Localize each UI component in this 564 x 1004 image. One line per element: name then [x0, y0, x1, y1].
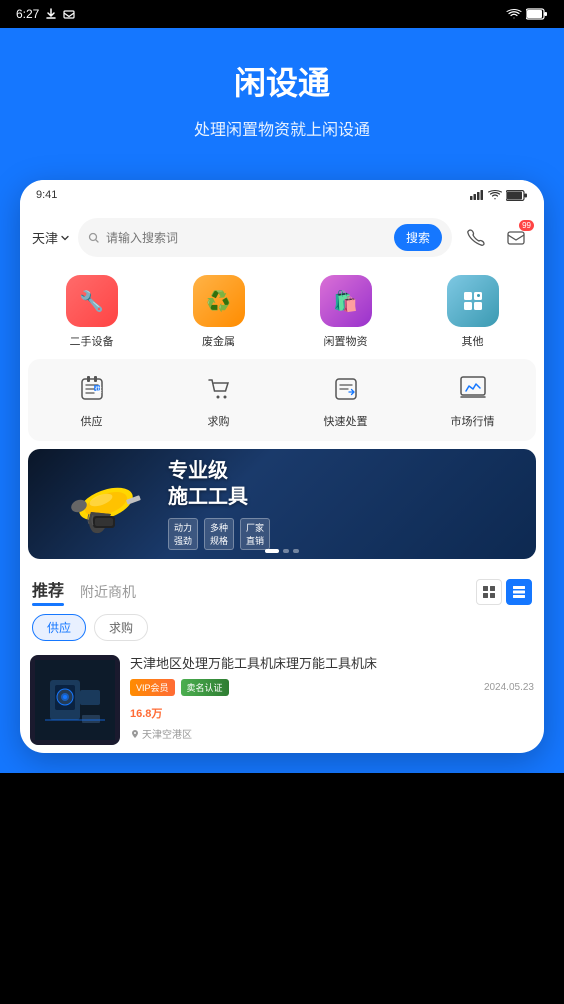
price-value: 16.8万 — [130, 708, 162, 720]
phone-time: 9:41 — [36, 189, 57, 201]
search-bar[interactable]: 搜索 — [78, 218, 452, 257]
notification-icon — [63, 8, 75, 20]
app-subtitle: 处理闲置物资就上闲设通 — [20, 116, 544, 140]
status-left: 6:27 — [16, 7, 75, 21]
banner-dots — [265, 549, 299, 553]
drill-svg — [51, 464, 141, 544]
tabs-row: 推荐 附近商机 — [32, 577, 532, 606]
phone-screen: 9:41 — [20, 180, 544, 753]
tabs-section: 推荐 附近商机 — [20, 567, 544, 647]
used-equipment-icon: 🔧 — [66, 275, 118, 327]
status-bar: 6:27 — [0, 0, 564, 28]
category-other[interactable]: 其他 — [409, 275, 536, 349]
phone-mockup: 9:41 — [0, 180, 564, 773]
filter-purchase[interactable]: 求购 — [94, 614, 148, 641]
scrap-metal-icon: ♻️ — [193, 275, 245, 327]
quick-dispose-icon — [328, 371, 364, 407]
status-right — [506, 8, 548, 20]
battery-icon — [526, 8, 548, 20]
location-text: 天津空港区 — [142, 726, 192, 741]
product-title: 天津地区处理万能工具机床理万能工具机床 — [130, 655, 534, 673]
banner-tool-image — [36, 454, 156, 554]
categories-section: 🔧 二手设备 ♻️ 废金属 🛍️ 闲置物资 — [20, 265, 544, 359]
category-label-3: 其他 — [462, 333, 484, 349]
action-label-1: 求购 — [208, 413, 230, 429]
location-button[interactable]: 天津 — [32, 228, 70, 247]
banner-tags: 动力强劲 多种规格 厂家直销 — [168, 518, 524, 550]
product-info: 天津地区处理万能工具机床理万能工具机床 VIP会员 卖名认证 2024.05.2… — [130, 655, 534, 741]
tab-labels: 推荐 附近商机 — [32, 577, 136, 606]
banner-tag-1: 多种规格 — [204, 518, 234, 550]
product-location: 天津空港区 — [130, 726, 534, 741]
list-view-button[interactable] — [476, 579, 502, 605]
search-area: 天津 搜索 — [20, 210, 544, 265]
market-icon — [455, 371, 491, 407]
dot-0 — [265, 549, 279, 553]
banner-tag-0: 动力强劲 — [168, 518, 198, 550]
message-icon — [506, 228, 526, 248]
banner-text-area: 专业级施工工具 动力强劲 多种规格 厂家直销 — [156, 449, 536, 559]
category-scrap-metal[interactable]: ♻️ 废金属 — [155, 275, 282, 349]
other-icon — [447, 275, 499, 327]
banner-main-text: 专业级施工工具 — [168, 458, 524, 510]
phone-wifi-icon — [488, 190, 502, 200]
category-label-2: 闲置物资 — [324, 333, 368, 349]
quick-actions-section: 供 供应 求购 — [28, 359, 536, 441]
purchase-icon — [201, 371, 237, 407]
phone-status-bar: 9:41 — [20, 180, 544, 210]
banner-section[interactable]: 专业级施工工具 动力强劲 多种规格 厂家直销 — [28, 449, 536, 559]
location-pin-icon — [130, 729, 140, 739]
action-label-2: 快速处置 — [324, 413, 368, 429]
category-label-1: 废金属 — [202, 333, 235, 349]
supply-icon: 供 — [74, 371, 110, 407]
product-price: 16.8万 — [130, 704, 534, 722]
status-time: 6:27 — [16, 7, 39, 21]
svg-text:供: 供 — [95, 385, 102, 394]
filter-row: 供应 求购 — [32, 614, 532, 641]
phone-status-icons — [470, 190, 528, 201]
tab-recommend[interactable]: 推荐 — [32, 577, 64, 606]
phone-signal-icon — [470, 190, 484, 200]
action-market[interactable]: 市场行情 — [409, 371, 536, 429]
category-label-0: 二手设备 — [70, 333, 114, 349]
action-label-0: 供应 — [81, 413, 103, 429]
category-idle-goods[interactable]: 🛍️ 闲置物资 — [282, 275, 409, 349]
tab-nearby[interactable]: 附近商机 — [80, 582, 136, 602]
action-quick-dispose[interactable]: 快速处置 — [282, 371, 409, 429]
auth-badge: 卖名认证 — [181, 679, 229, 696]
search-icon — [88, 232, 100, 244]
action-purchase[interactable]: 求购 — [155, 371, 282, 429]
product-image — [30, 655, 120, 745]
view-toggle — [476, 579, 532, 605]
header-section: 闲设通 处理闲置物资就上闲设通 — [0, 28, 564, 180]
banner-tag-2: 厂家直销 — [240, 518, 270, 550]
app-title: 闲设通 — [20, 58, 544, 104]
filter-supply[interactable]: 供应 — [32, 614, 86, 641]
product-date: 2024.05.23 — [484, 682, 534, 693]
vip-badge: VIP会员 — [130, 679, 175, 696]
search-input[interactable] — [106, 231, 388, 245]
phone-call-icon — [466, 228, 486, 248]
action-label-3: 市场行情 — [451, 413, 495, 429]
message-button[interactable]: 99 — [500, 222, 532, 254]
phone-battery-icon — [506, 190, 528, 201]
search-button[interactable]: 搜索 — [394, 224, 442, 251]
download-icon — [45, 8, 57, 20]
phone-call-button[interactable] — [460, 222, 492, 254]
product-badges: VIP会员 卖名认证 2024.05.23 — [130, 679, 534, 696]
message-badge: 99 — [519, 220, 534, 231]
grid-view-button[interactable] — [506, 579, 532, 605]
dot-2 — [293, 549, 299, 553]
dot-1 — [283, 549, 289, 553]
chevron-down-icon — [60, 233, 70, 243]
category-used-equipment[interactable]: 🔧 二手设备 — [28, 275, 155, 349]
wifi-icon — [506, 8, 522, 20]
location-text: 天津 — [32, 228, 58, 247]
product-card[interactable]: 天津地区处理万能工具机床理万能工具机床 VIP会员 卖名认证 2024.05.2… — [30, 655, 534, 745]
idle-goods-icon: 🛍️ — [320, 275, 372, 327]
action-supply[interactable]: 供 供应 — [28, 371, 155, 429]
